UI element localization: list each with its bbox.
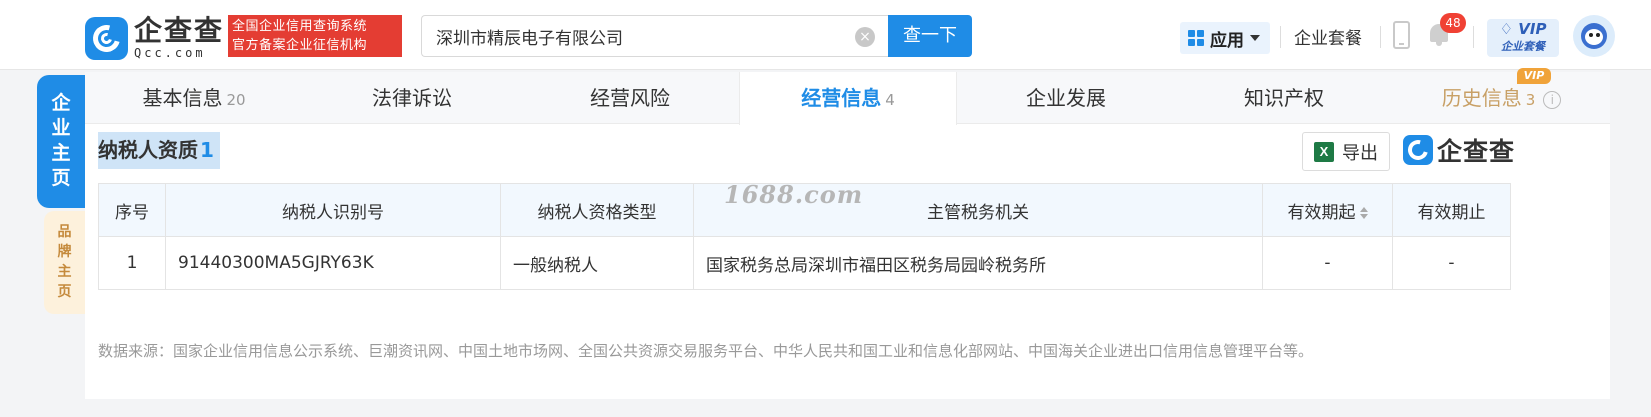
logo-cn-text: 企查查 <box>134 14 225 47</box>
avatar[interactable] <box>1573 15 1615 57</box>
tab-label: 历史信息 <box>1441 86 1522 110</box>
logo-en-text: Qcc.com <box>134 46 206 60</box>
apps-label: 应用 <box>1210 30 1244 51</box>
export-label: 导出 <box>1342 142 1378 164</box>
export-button[interactable]: X 导出 <box>1302 132 1390 171</box>
chevron-down-icon <box>1250 35 1260 41</box>
slogan-line-2: 官方备案企业征信机构 <box>232 38 368 53</box>
tab-label: 经营风险 <box>590 86 670 110</box>
apps-grid-icon <box>1188 30 1204 46</box>
watermark-text: 1688.com <box>724 180 864 209</box>
tab-legal[interactable]: 法律诉讼 <box>303 72 521 124</box>
cell-index: 1 <box>98 236 166 290</box>
qcc-logo-icon <box>85 16 128 60</box>
content-card: 基本信息 20 法律诉讼 经营风险 经营信息 4 企业发展 知识产权 历史信息 3 i … <box>85 68 1610 399</box>
column-header: 纳税人识别号 <box>165 183 501 237</box>
section-tabs: 基本信息 20 法律诉讼 经营风险 经营信息 4 企业发展 知识产权 历史信息 3 i <box>85 72 1610 125</box>
column-header-sortable[interactable]: 有效期起 <box>1262 183 1393 237</box>
section-title-text: 纳税人资质 <box>98 138 198 162</box>
slogan-line-1: 全国企业信用查询系统 <box>232 19 368 34</box>
qcc-logo[interactable]: 企查查 Qcc.com <box>85 15 225 61</box>
tab-count: 3 <box>1525 91 1536 109</box>
tab-label: 经营信息 <box>801 86 882 110</box>
vip-button[interactable]: ♢ VIP 企业套餐 <box>1487 19 1559 57</box>
tab-basic-info[interactable]: 基本信息 20 <box>85 72 303 124</box>
notification-badge: 48 <box>1440 13 1466 33</box>
qcc-logo-icon <box>1403 135 1433 165</box>
brand-text: 企查查 <box>1437 137 1516 166</box>
section-title: 纳税人资质 1 <box>98 132 220 169</box>
top-header: 企查查 Qcc.com 全国企业信用查询系统 官方备案企业征信机构 × 查一下 … <box>0 0 1651 70</box>
side-tab-company-home[interactable]: 企业主页 <box>37 75 85 208</box>
divider <box>1280 26 1281 48</box>
tab-ip[interactable]: 知识产权 <box>1175 72 1393 124</box>
side-tab-brand-home-label: 品牌主页 <box>57 224 72 300</box>
apps-menu-button[interactable]: 应用 <box>1180 22 1270 54</box>
search-button[interactable]: 查一下 <box>888 15 972 57</box>
section-count: 1 <box>200 138 214 162</box>
side-tab-company-home-label: 企业主页 <box>51 92 71 189</box>
tab-label: 知识产权 <box>1244 86 1324 110</box>
sort-icon[interactable] <box>1359 206 1368 219</box>
divider <box>1380 26 1381 48</box>
vip-tag: VIP <box>1517 68 1551 84</box>
cell-tax-id: 91440300MA5GJRY63K <box>165 236 501 290</box>
data-source-text: 数据来源：国家企业信用信息公示系统、巨潮资讯网、中国土地市场网、全国公共资源交易… <box>98 342 1314 360</box>
tab-count: 20 <box>226 91 246 109</box>
tab-business-risk[interactable]: 经营风险 <box>521 72 739 124</box>
tab-business-info[interactable]: 经营信息 4 <box>739 72 957 125</box>
diamond-icon: ♢ <box>1499 20 1514 38</box>
excel-icon: X <box>1314 141 1334 162</box>
cell-valid-from: - <box>1262 236 1393 290</box>
tab-label: 法律诉讼 <box>372 86 452 110</box>
cell-valid-to: - <box>1392 236 1511 290</box>
column-header: 纳税人资格类型 <box>500 183 694 237</box>
info-icon[interactable]: i <box>1543 90 1562 109</box>
table-row: 1 91440300MA5GJRY63K 一般纳税人 国家税务总局深圳市福田区税… <box>98 236 1511 290</box>
divider <box>1473 26 1474 48</box>
cell-tax-authority: 国家税务总局深圳市福田区税务局园岭税务所 <box>693 236 1263 290</box>
column-header: 序号 <box>98 183 166 237</box>
cell-qualification-type: 一般纳税人 <box>500 236 694 290</box>
column-header: 有效期止 <box>1392 183 1511 237</box>
tab-development[interactable]: 企业发展 <box>957 72 1175 124</box>
enterprise-package-link[interactable]: 企业套餐 <box>1294 24 1362 49</box>
side-tab-brand-home[interactable]: 品牌主页 <box>44 211 85 314</box>
vip-sub-label: 企业套餐 <box>1501 40 1545 53</box>
search-input[interactable] <box>422 16 822 56</box>
phone-icon[interactable] <box>1393 21 1410 49</box>
tab-label: 基本信息 <box>142 86 223 110</box>
column-header-label: 有效期起 <box>1287 202 1356 223</box>
qcc-brand-logo: 企查查 <box>1403 132 1515 168</box>
search-box: × <box>421 15 889 57</box>
tab-label: 企业发展 <box>1026 86 1106 110</box>
clear-icon[interactable]: × <box>855 27 875 47</box>
vip-label: VIP <box>1518 20 1547 38</box>
tab-history[interactable]: 历史信息 3 i <box>1393 72 1610 124</box>
tab-count: 4 <box>885 91 895 109</box>
slogan-badge: 全国企业信用查询系统 官方备案企业征信机构 <box>228 15 402 57</box>
